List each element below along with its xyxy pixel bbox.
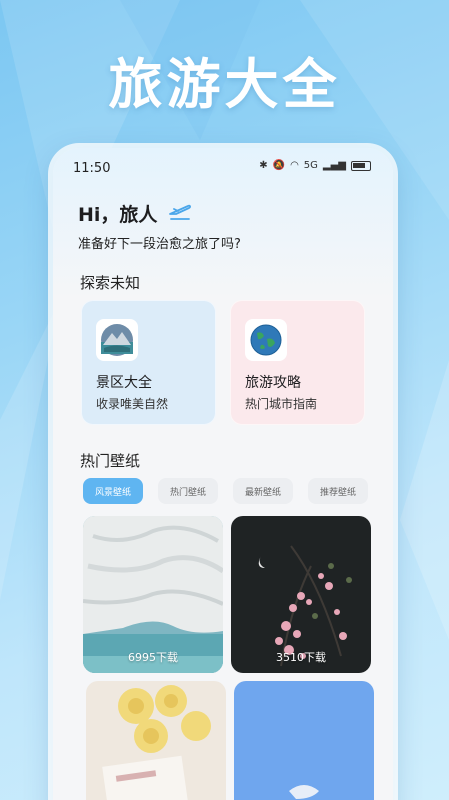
download-count: 3510下载 xyxy=(276,651,326,664)
scenic-spots-title: 景区大全 xyxy=(96,375,152,391)
scenic-spots-card[interactable]: 景区大全 收录唯美自然 xyxy=(81,300,216,425)
wallpaper-image xyxy=(234,681,374,800)
status-bar: 11:50 ✱ 🔕 ◠ 5G ▂▄▆ xyxy=(53,148,393,182)
travel-guide-card[interactable]: 旅游攻略 热门城市指南 xyxy=(230,300,365,425)
travel-guide-title: 旅游攻略 xyxy=(245,375,301,391)
status-icons: ✱ 🔕 ◠ 5G ▂▄▆ xyxy=(259,160,371,172)
wallpaper-tile[interactable]: 6995下载 xyxy=(83,516,223,673)
wallpaper-tile[interactable] xyxy=(86,681,226,800)
wifi-icon: ◠ xyxy=(290,160,299,171)
tab-latest-wallpapers[interactable]: 最新壁纸 xyxy=(233,478,293,504)
explore-section-title: 探索未知 xyxy=(80,274,141,292)
wallpapers-section-title: 热门壁纸 xyxy=(80,452,141,470)
download-count: 6995下载 xyxy=(128,651,178,664)
scenic-spots-desc: 收录唯美自然 xyxy=(96,397,169,411)
mute-icon: 🔕 xyxy=(272,160,286,171)
tab-hot-wallpapers[interactable]: 热门壁纸 xyxy=(158,478,218,504)
wallpaper-image xyxy=(86,681,226,800)
mountain-icon xyxy=(96,319,138,361)
battery-icon xyxy=(351,161,371,171)
status-time: 11:50 xyxy=(73,161,111,176)
phone-screen: 11:50 ✱ 🔕 ◠ 5G ▂▄▆ Hi，旅人 准备好下一段治愈之旅了吗? 探… xyxy=(53,148,393,800)
travel-guide-desc: 热门城市指南 xyxy=(245,397,318,411)
wallpaper-tile[interactable]: 3510下载 xyxy=(231,516,371,673)
wallpaper-tabs: 风景壁纸 热门壁纸 最新壁纸 推荐壁纸 xyxy=(83,478,368,504)
signal-icon: ▂▄▆ xyxy=(322,160,346,171)
greeting-title: Hi，旅人 xyxy=(78,204,158,226)
airplane-icon xyxy=(169,204,191,220)
greeting-subtitle: 准备好下一段治愈之旅了吗? xyxy=(78,237,241,252)
globe-icon xyxy=(245,319,287,361)
network-label: 5G xyxy=(303,160,318,171)
bluetooth-icon: ✱ xyxy=(259,160,268,171)
wallpaper-tile[interactable] xyxy=(234,681,374,800)
tab-landscape-wallpapers[interactable]: 风景壁纸 xyxy=(83,478,143,504)
tab-recommended-wallpapers[interactable]: 推荐壁纸 xyxy=(308,478,368,504)
banner-title: 旅游大全 xyxy=(108,53,341,116)
